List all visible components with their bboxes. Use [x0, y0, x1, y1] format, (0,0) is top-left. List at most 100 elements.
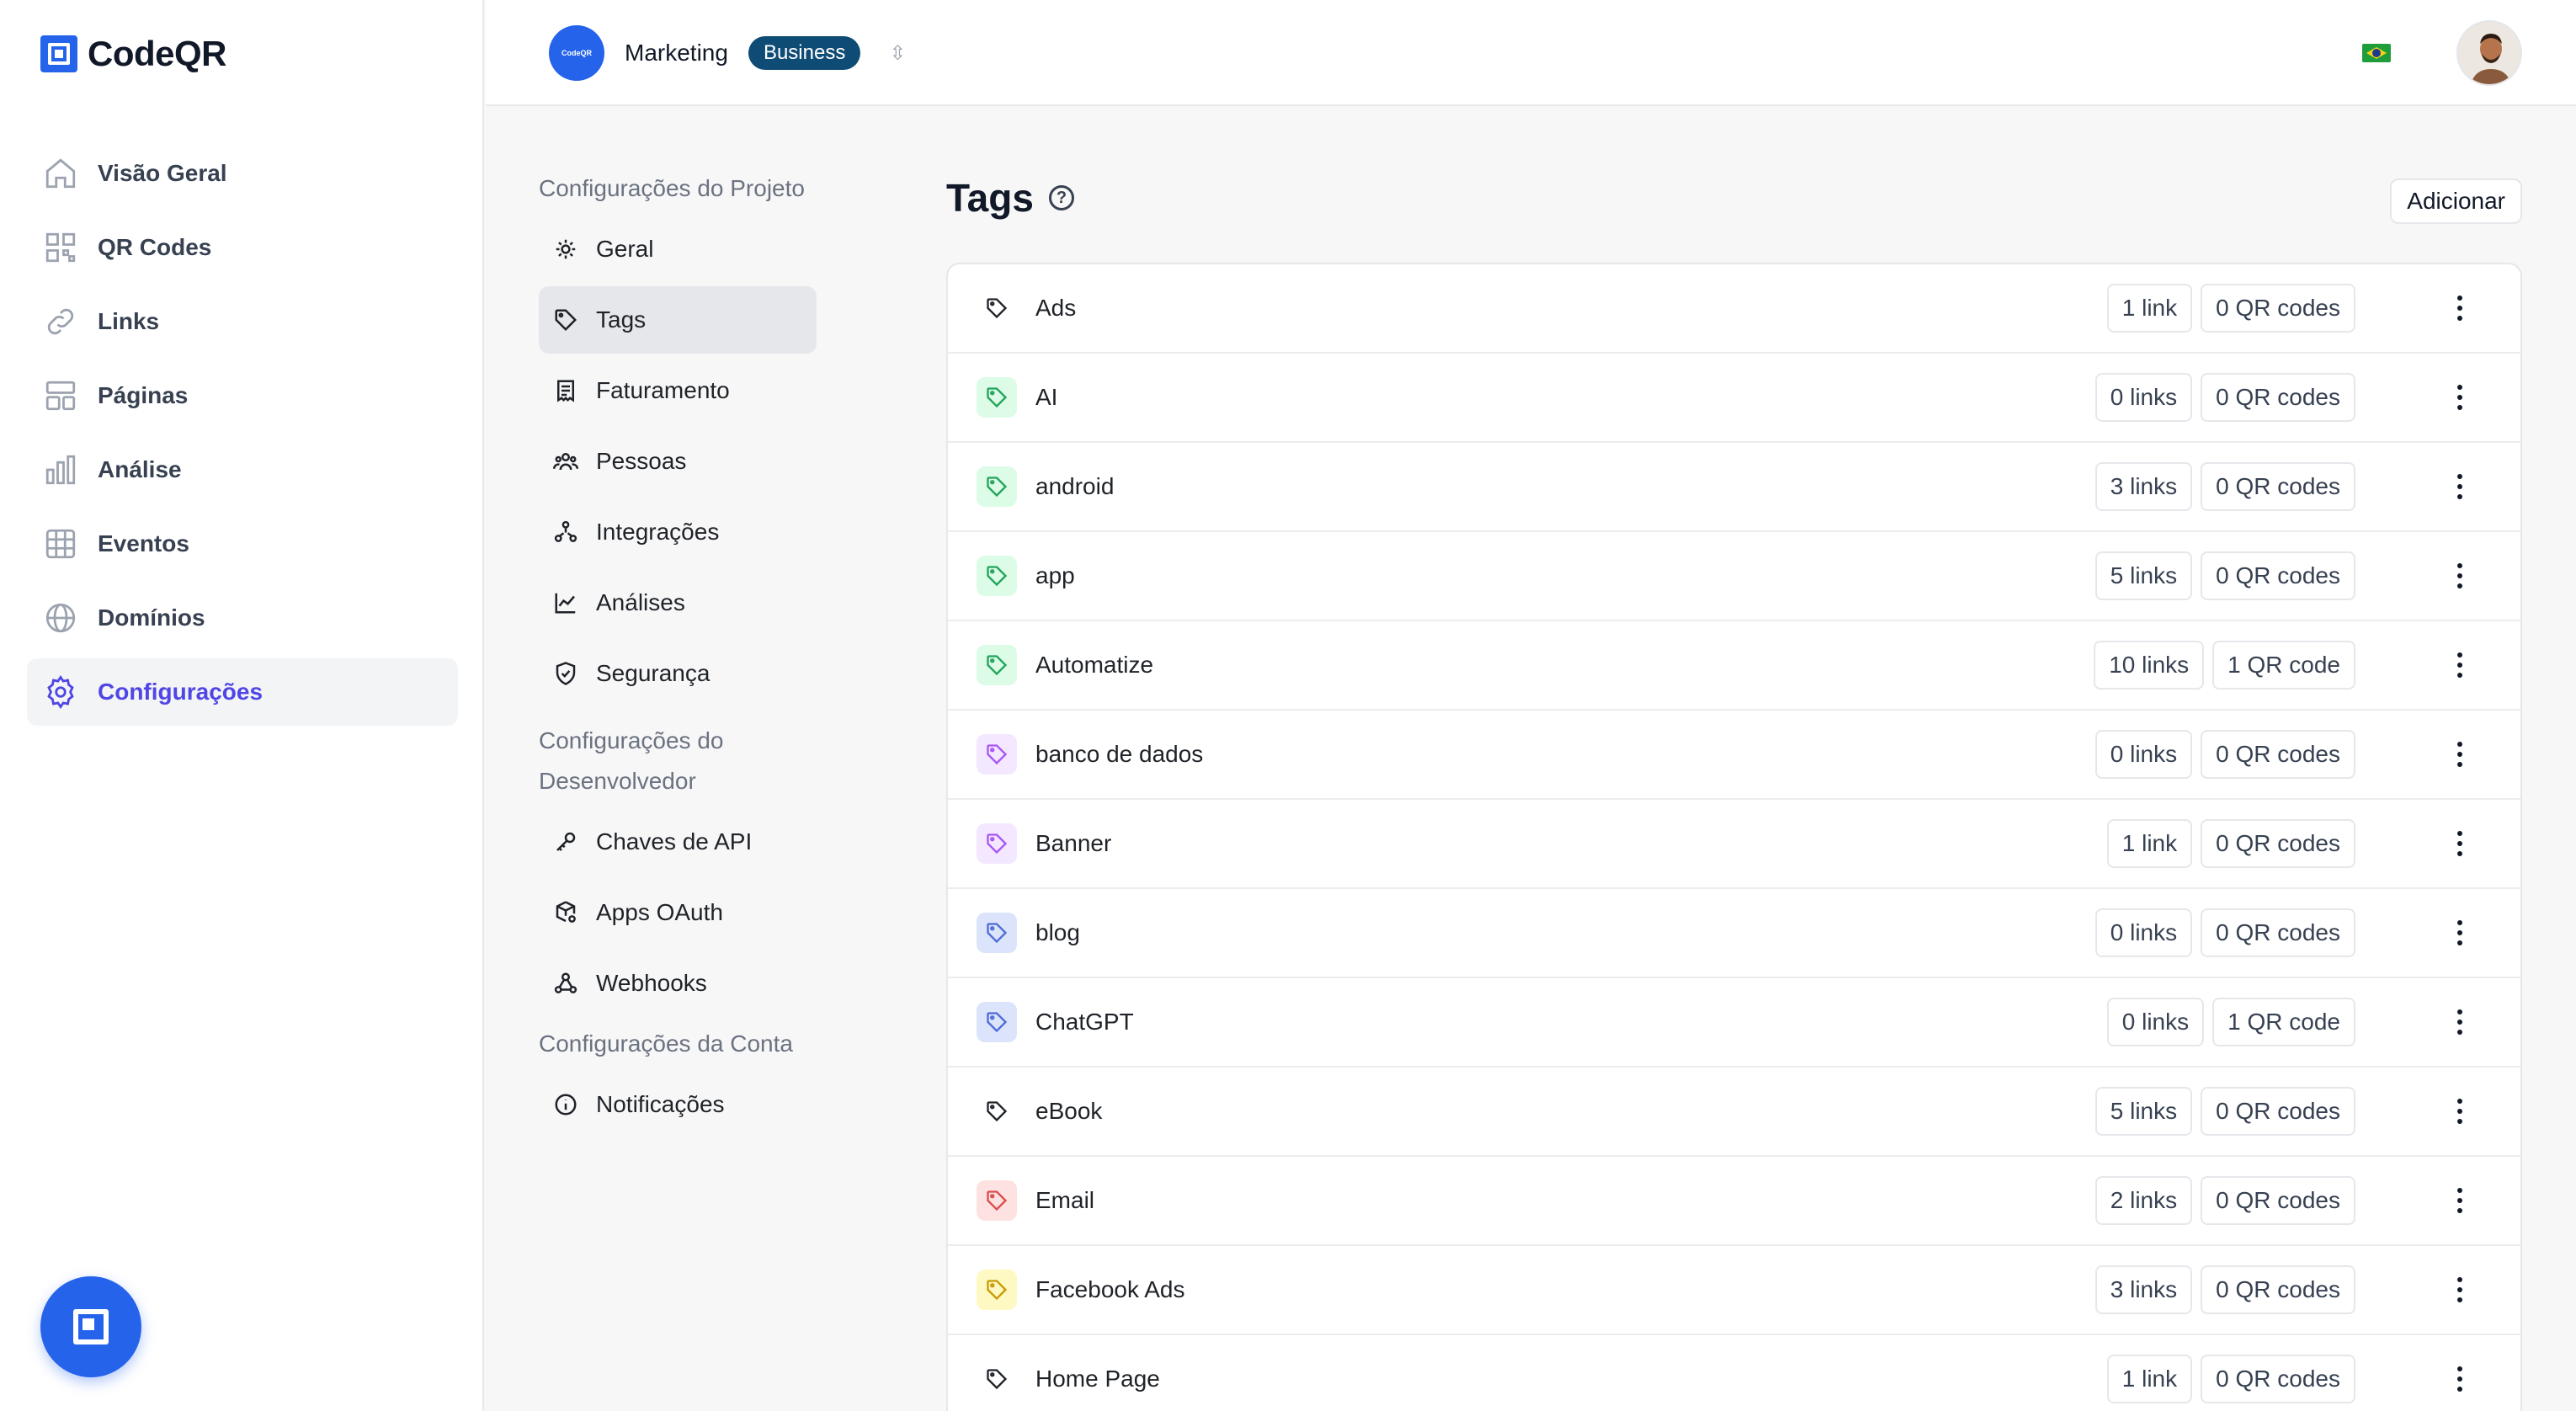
- avatar[interactable]: [2456, 20, 2522, 86]
- tag-name: Ads: [1035, 295, 1077, 321]
- tag-name: Automatize: [1035, 652, 1154, 678]
- project-switcher[interactable]: CodeQR Marketing Business ⇳: [549, 25, 906, 81]
- qr-codes-count-badge[interactable]: 0 QR codes: [2201, 908, 2355, 957]
- links-count-badge[interactable]: 5 links: [2094, 551, 2193, 600]
- sidebar-item-links[interactable]: Links: [27, 288, 458, 355]
- sidebar-item-configuracoes[interactable]: Configurações: [27, 658, 458, 726]
- more-options-icon[interactable]: [2446, 1091, 2473, 1131]
- sidebar-item-paginas[interactable]: Páginas: [27, 362, 458, 429]
- links-count-badge[interactable]: 5 links: [2094, 1087, 2193, 1136]
- more-options-icon[interactable]: [2446, 1270, 2473, 1310]
- tag-row[interactable]: Home Page 1 link 0 QR codes: [948, 1335, 2520, 1411]
- sidebar-item-analise[interactable]: Análise: [27, 436, 458, 503]
- add-tag-button[interactable]: Adicionar: [2390, 178, 2522, 224]
- settings-item-tags[interactable]: Tags: [539, 286, 817, 354]
- tag-row[interactable]: app 5 links 0 QR codes: [948, 532, 2520, 621]
- qr-codes-count-badge[interactable]: 0 QR codes: [2201, 1087, 2355, 1136]
- tag-row[interactable]: AI 0 links 0 QR codes: [948, 354, 2520, 443]
- settings-item-pessoas[interactable]: Pessoas: [539, 428, 817, 495]
- tag-row[interactable]: Facebook Ads 3 links 0 QR codes: [948, 1246, 2520, 1335]
- qr-codes-count-badge[interactable]: 0 QR codes: [2201, 284, 2355, 333]
- links-count-badge[interactable]: 0 links: [2094, 730, 2193, 779]
- brazil-flag-icon[interactable]: [2362, 44, 2391, 62]
- qr-codes-count-badge[interactable]: 0 QR codes: [2201, 462, 2355, 511]
- qr-codes-count-badge[interactable]: 1 QR code: [2212, 998, 2355, 1046]
- sidebar-item-visao-geral[interactable]: Visão Geral: [27, 140, 458, 207]
- qr-codes-count-badge[interactable]: 0 QR codes: [2201, 1265, 2355, 1314]
- help-icon[interactable]: ?: [1048, 185, 1074, 210]
- more-options-icon[interactable]: [2446, 823, 2473, 864]
- qr-codes-count-badge[interactable]: 0 QR codes: [2201, 1176, 2355, 1225]
- receipt-icon: [552, 377, 579, 404]
- tag-icon: [977, 1359, 1017, 1399]
- tag-row[interactable]: Ads 1 link 0 QR codes: [948, 264, 2520, 354]
- tag-icon-glyph: [987, 1190, 1008, 1211]
- more-options-icon[interactable]: [2446, 734, 2473, 775]
- settings-item-seguranca[interactable]: Segurança: [539, 640, 817, 707]
- more-options-icon[interactable]: [2446, 913, 2473, 953]
- more-options-icon[interactable]: [2446, 377, 2473, 418]
- tag-name: app: [1035, 562, 1075, 588]
- project-avatar: CodeQR: [549, 25, 604, 81]
- tag-icon-glyph: [987, 1012, 1008, 1033]
- tag-icon-glyph: [987, 923, 1008, 944]
- qr-codes-count-badge[interactable]: 0 QR codes: [2201, 819, 2355, 868]
- links-count-badge[interactable]: 1 link: [2106, 819, 2193, 868]
- settings-item-integracoes[interactable]: Integrações: [539, 498, 817, 566]
- links-count-badge[interactable]: 10 links: [2094, 641, 2205, 690]
- more-options-icon[interactable]: [2446, 466, 2473, 507]
- qr-codes-count-badge[interactable]: 1 QR code: [2212, 641, 2355, 690]
- tag-row[interactable]: Email 2 links 0 QR codes: [948, 1157, 2520, 1246]
- links-count-badge[interactable]: 3 links: [2094, 462, 2193, 511]
- tag-row[interactable]: banco de dados 0 links 0 QR codes: [948, 711, 2520, 800]
- qr-codes-count-badge[interactable]: 0 QR codes: [2201, 1355, 2355, 1403]
- qr-codes-count-badge[interactable]: 0 QR codes: [2201, 730, 2355, 779]
- settings-item-analises[interactable]: Análises: [539, 569, 817, 636]
- tag-row[interactable]: Automatize 10 links 1 QR code: [948, 621, 2520, 711]
- tag-row[interactable]: blog 0 links 0 QR codes: [948, 889, 2520, 978]
- bar-chart-icon: [42, 451, 79, 488]
- tag-name: Banner: [1035, 830, 1112, 856]
- links-count-badge[interactable]: 1 link: [2106, 284, 2193, 333]
- tag-name: android: [1035, 473, 1115, 499]
- links-count-badge[interactable]: 1 link: [2106, 1355, 2193, 1403]
- links-count-badge[interactable]: 0 links: [2094, 908, 2193, 957]
- links-count-badge[interactable]: 0 links: [2094, 373, 2193, 422]
- grid-table-icon: [42, 525, 79, 562]
- tag-row[interactable]: Banner 1 link 0 QR codes: [948, 800, 2520, 889]
- settings-item-chaves-api[interactable]: Chaves de API: [539, 808, 817, 876]
- sidebar-item-eventos[interactable]: Eventos: [27, 510, 458, 578]
- links-count-badge[interactable]: 2 links: [2094, 1176, 2193, 1225]
- sidebar-item-qr-codes[interactable]: QR Codes: [27, 214, 458, 281]
- more-options-icon[interactable]: [2446, 1002, 2473, 1042]
- links-count-badge[interactable]: 0 links: [2106, 998, 2205, 1046]
- more-options-icon[interactable]: [2446, 1180, 2473, 1221]
- app-logo[interactable]: CodeQR: [40, 34, 227, 74]
- tag-row[interactable]: android 3 links 0 QR codes: [948, 443, 2520, 532]
- more-options-icon[interactable]: [2446, 645, 2473, 685]
- section-label-project: Configurações do Projeto: [539, 175, 805, 201]
- settings-item-geral[interactable]: Geral: [539, 216, 817, 283]
- settings-item-apps-oauth[interactable]: Apps OAuth: [539, 879, 817, 946]
- codeqr-logo-icon: [73, 1309, 109, 1344]
- qr-codes-count-badge[interactable]: 0 QR codes: [2201, 551, 2355, 600]
- tag-row[interactable]: ChatGPT 0 links 1 QR code: [948, 978, 2520, 1068]
- links-count-badge[interactable]: 3 links: [2094, 1265, 2193, 1314]
- sidebar-item-dominios[interactable]: Domínios: [27, 584, 458, 652]
- webhook-icon: [552, 970, 579, 997]
- settings-item-notificacoes[interactable]: Notificações: [539, 1071, 817, 1138]
- integrations-icon: [552, 519, 579, 546]
- quick-create-button[interactable]: [40, 1276, 141, 1377]
- chevron-up-down-icon: ⇳: [889, 41, 907, 65]
- tag-icon: [977, 1270, 1017, 1310]
- settings-item-faturamento[interactable]: Faturamento: [539, 357, 817, 424]
- top-bar: CodeQR Marketing Business ⇳: [486, 0, 2576, 106]
- settings-item-webhooks[interactable]: Webhooks: [539, 950, 817, 1017]
- more-options-icon[interactable]: [2446, 556, 2473, 596]
- more-options-icon[interactable]: [2446, 1359, 2473, 1399]
- tag-row[interactable]: eBook 5 links 0 QR codes: [948, 1068, 2520, 1157]
- settings-item-label: Notificações: [596, 1091, 725, 1117]
- more-options-icon[interactable]: [2446, 288, 2473, 328]
- tag-icon-glyph: [987, 477, 1008, 498]
- qr-codes-count-badge[interactable]: 0 QR codes: [2201, 373, 2355, 422]
